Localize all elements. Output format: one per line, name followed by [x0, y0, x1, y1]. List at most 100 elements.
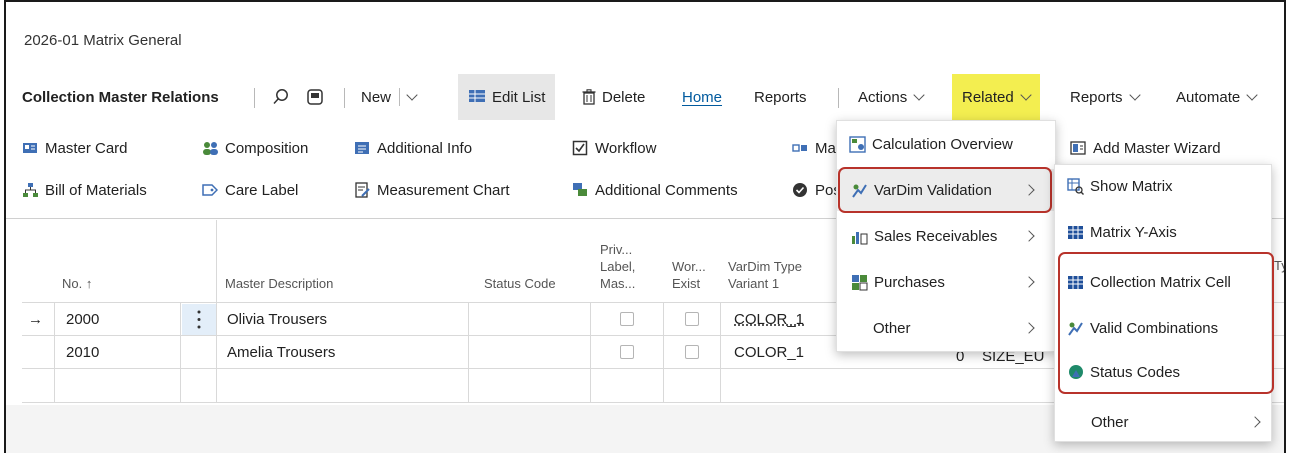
cell-vardim-variant-1[interactable]: COLOR_1 [734, 340, 804, 364]
column-header-vardim-variant-1[interactable]: VarDim Type Variant 1 [728, 220, 838, 302]
calculator-icon [849, 135, 866, 153]
highlight-callout [838, 167, 1052, 213]
checkbox-private-label[interactable] [620, 340, 634, 364]
header-line: Priv... [600, 242, 633, 257]
typ-header-label: Typ [1274, 258, 1284, 273]
menu-item-other[interactable]: Other [873, 307, 1041, 349]
sort-ascending-icon[interactable]: ↑ [86, 276, 93, 291]
menu-item-purchases[interactable]: Purchases [851, 261, 1041, 303]
pos-action[interactable]: Pos [792, 174, 841, 206]
header-line: Variant 1 [728, 276, 780, 291]
new-button[interactable]: New [361, 74, 418, 120]
matrix-search-icon [1067, 177, 1084, 195]
chevron-down-icon [1246, 88, 1258, 101]
wizard-icon [1070, 140, 1086, 156]
delete-button[interactable]: Delete [582, 74, 645, 120]
chevron-right-icon [1249, 416, 1261, 428]
column-header-no[interactable]: No. ↑ [62, 220, 182, 302]
highlight-callout [1058, 252, 1274, 394]
divider [254, 88, 255, 108]
ma-action[interactable]: Ma [792, 132, 836, 164]
menu-item-label: Other [1091, 413, 1129, 431]
open-in-new-window-icon[interactable] [306, 74, 324, 120]
cell-description[interactable]: Amelia Trousers [227, 340, 335, 364]
menu-item-calculation-overview[interactable]: Calculation Overview [849, 123, 1013, 165]
trash-icon [582, 89, 596, 105]
workflow-label: Workflow [595, 139, 657, 157]
column-header-description[interactable]: Master Description [225, 220, 425, 302]
chevron-right-icon [1023, 230, 1035, 242]
col-divider [663, 302, 664, 402]
additional-info-label: Additional Info [377, 139, 473, 157]
checkbox-work-exist[interactable] [685, 340, 699, 364]
checkbox-work-exist[interactable] [685, 307, 699, 331]
header-line: Mas... [600, 276, 636, 291]
automate-menu-button[interactable]: Automate [1176, 74, 1258, 120]
bill-of-materials-label: Bill of Materials [45, 181, 147, 199]
menu-item-matrix-y-axis[interactable]: Matrix Y-Axis [1067, 211, 1177, 253]
col-divider [720, 302, 721, 402]
checkbox-private-label[interactable] [620, 307, 634, 331]
column-header-typ[interactable]: Typ [1274, 220, 1284, 302]
additional-info-action[interactable]: Additional Info [354, 132, 472, 164]
master-card-action[interactable]: Master Card [22, 132, 128, 164]
care-label-action[interactable]: Care Label [202, 174, 298, 206]
column-header-work-exist[interactable]: Wor... Exist [672, 220, 720, 302]
cell-vardim-variant-1[interactable]: COLOR_1 [734, 307, 804, 331]
cell-description[interactable]: Olivia Trousers [227, 307, 327, 331]
related-menu-button[interactable]: Related [952, 74, 1040, 120]
menu-item-other[interactable]: Other [1091, 401, 1261, 443]
menu-item-label: Matrix Y-Axis [1090, 223, 1177, 241]
document-edit-icon [354, 182, 370, 198]
column-header-private-label[interactable]: Priv... Label, Mas... [600, 220, 660, 302]
card-icon [22, 140, 38, 156]
chevron-right-icon [1023, 322, 1035, 334]
cell-no[interactable]: 2000 [66, 307, 99, 331]
menu-item-label: Sales Receivables [874, 227, 998, 245]
chevron-down-icon[interactable] [406, 88, 418, 101]
related-label: Related [962, 88, 1014, 106]
description-header-label: Master Description [225, 276, 334, 291]
additional-comments-label: Additional Comments [595, 181, 738, 199]
tab-reports[interactable]: Reports [754, 74, 807, 120]
header-line: Wor... [672, 259, 706, 274]
edit-list-button[interactable]: Edit List [458, 74, 556, 120]
menu-item-show-matrix[interactable]: Show Matrix [1067, 165, 1173, 207]
cell-no[interactable]: 2010 [66, 340, 99, 364]
actions-menu-button[interactable]: Actions [858, 74, 925, 120]
chevron-right-icon [1023, 276, 1035, 288]
additional-comments-action[interactable]: Additional Comments [572, 174, 738, 206]
measurement-chart-label: Measurement Chart [377, 181, 510, 199]
split-divider [399, 88, 401, 106]
header-line: VarDim Type [728, 259, 802, 274]
current-row-arrow: → [28, 310, 43, 328]
reports-label: Reports [1070, 88, 1123, 106]
edit-list-label: Edit List [492, 88, 546, 106]
row-actions-button[interactable] [182, 304, 216, 335]
no-header-label: No. [62, 276, 83, 291]
bar-chart-icon [851, 228, 868, 245]
app-frame: 2026-01 Matrix General Collection Master… [4, 0, 1286, 453]
add-master-wizard-action[interactable]: Add Master Wizard [1070, 132, 1221, 164]
page-title: 2026-01 Matrix General [24, 32, 182, 49]
column-header-status-code[interactable]: Status Code [484, 220, 594, 302]
composition-action[interactable]: Composition [202, 132, 308, 164]
purchases-icon [851, 274, 868, 291]
care-label-label: Care Label [225, 181, 299, 199]
menu-item-label: Purchases [874, 273, 945, 291]
measurement-chart-action[interactable]: Measurement Chart [354, 174, 510, 206]
menu-item-sales-receivables[interactable]: Sales Receivables [851, 215, 1041, 257]
bill-of-materials-action[interactable]: Bill of Materials [22, 174, 147, 206]
master-card-label: Master Card [45, 139, 128, 157]
add-master-wizard-label: Add Master Wizard [1093, 139, 1221, 157]
tab-home[interactable]: Home [682, 74, 722, 120]
divider [838, 88, 839, 108]
action-bar: Collection Master Relations New Edit Lis… [6, 74, 1284, 120]
more-options-icon [197, 310, 201, 329]
reports-menu-button[interactable]: Reports [1070, 74, 1141, 120]
related-dropdown: Calculation Overview VarDim Validation S… [836, 120, 1056, 352]
hierarchy-icon [22, 182, 38, 198]
workflow-action[interactable]: Workflow [572, 132, 656, 164]
search-icon[interactable] [272, 74, 290, 120]
ma-label: Ma [815, 139, 836, 157]
